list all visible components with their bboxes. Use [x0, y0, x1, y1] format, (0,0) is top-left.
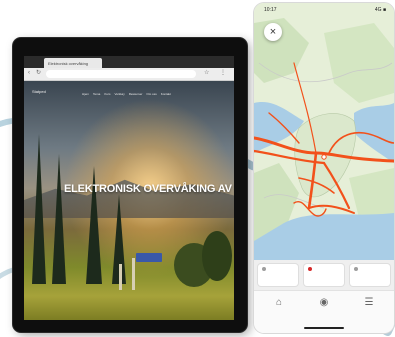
trip-cards: [254, 260, 394, 290]
hero-button[interactable]: [136, 253, 162, 262]
route-map[interactable]: [254, 3, 394, 260]
menu-icon: ☰: [364, 297, 374, 308]
home-indicator: [304, 327, 344, 329]
site-menu: Hjem Tema Kurs Verktøy Ressurser Om oss …: [82, 92, 171, 96]
phone-device: 10:17 4G ■ × ⌂ ◉ ☰: [254, 3, 394, 333]
globe-icon: ◉: [319, 297, 329, 308]
back-icon[interactable]: ‹: [28, 70, 34, 76]
status-bar: 10:17 4G ■: [254, 3, 394, 17]
star-icon[interactable]: ☆: [204, 70, 210, 76]
site-menu-item[interactable]: Hjem: [82, 92, 89, 96]
tablet-screen: Elektronisk overvåking ‹ ↻ ☆ ⋮ Statped H…: [24, 56, 234, 320]
tree: [32, 134, 46, 284]
close-button[interactable]: ×: [264, 23, 282, 41]
site-menu-item[interactable]: Tema: [93, 92, 100, 96]
card-dot-icon: [308, 267, 312, 271]
browser-tab-strip: Elektronisk overvåking: [24, 56, 234, 68]
browser-toolbar: ‹ ↻ ☆ ⋮: [24, 68, 234, 81]
trip-card[interactable]: [304, 264, 344, 286]
bush: [202, 231, 232, 281]
status-indicators: 4G ■: [374, 7, 386, 13]
more-icon[interactable]: ⋮: [220, 70, 226, 76]
trip-card[interactable]: [258, 264, 298, 286]
tab-home[interactable]: ⌂: [264, 297, 294, 310]
status-time: 10:17: [264, 7, 277, 13]
hero-title: ELEKTRONISK OVERVÅKING AV ELEVER: [64, 183, 234, 195]
card-dot-icon: [354, 267, 358, 271]
tree-trunk: [132, 258, 135, 290]
website-hero: Statped Hjem Tema Kurs Verktøy Ressurser…: [24, 81, 234, 320]
site-menu-item[interactable]: Ressurser: [129, 92, 143, 96]
refresh-icon[interactable]: ↻: [36, 70, 42, 76]
close-icon: ×: [269, 26, 277, 38]
tab-menu[interactable]: ☰: [354, 297, 384, 310]
tablet-device: Elektronisk overvåking ‹ ↻ ☆ ⋮ Statped H…: [13, 38, 247, 332]
card-dot-icon: [262, 267, 266, 271]
site-menu-item[interactable]: Kurs: [104, 92, 110, 96]
trip-card[interactable]: [350, 264, 390, 286]
browser-tab[interactable]: Elektronisk overvåking: [44, 58, 102, 68]
tree-trunk: [119, 264, 122, 290]
browser-tab-label: Elektronisk overvåking: [48, 61, 89, 66]
tree: [52, 154, 66, 284]
site-menu-item[interactable]: Kontakt: [161, 92, 171, 96]
home-icon: ⌂: [275, 297, 283, 308]
site-menu-item[interactable]: Verktøy: [115, 92, 125, 96]
url-field[interactable]: [46, 70, 196, 78]
tab-map[interactable]: ◉: [309, 297, 339, 310]
site-logo[interactable]: Statped: [32, 89, 52, 97]
map-graphic: [254, 3, 394, 260]
site-menu-item[interactable]: Om oss: [146, 92, 156, 96]
